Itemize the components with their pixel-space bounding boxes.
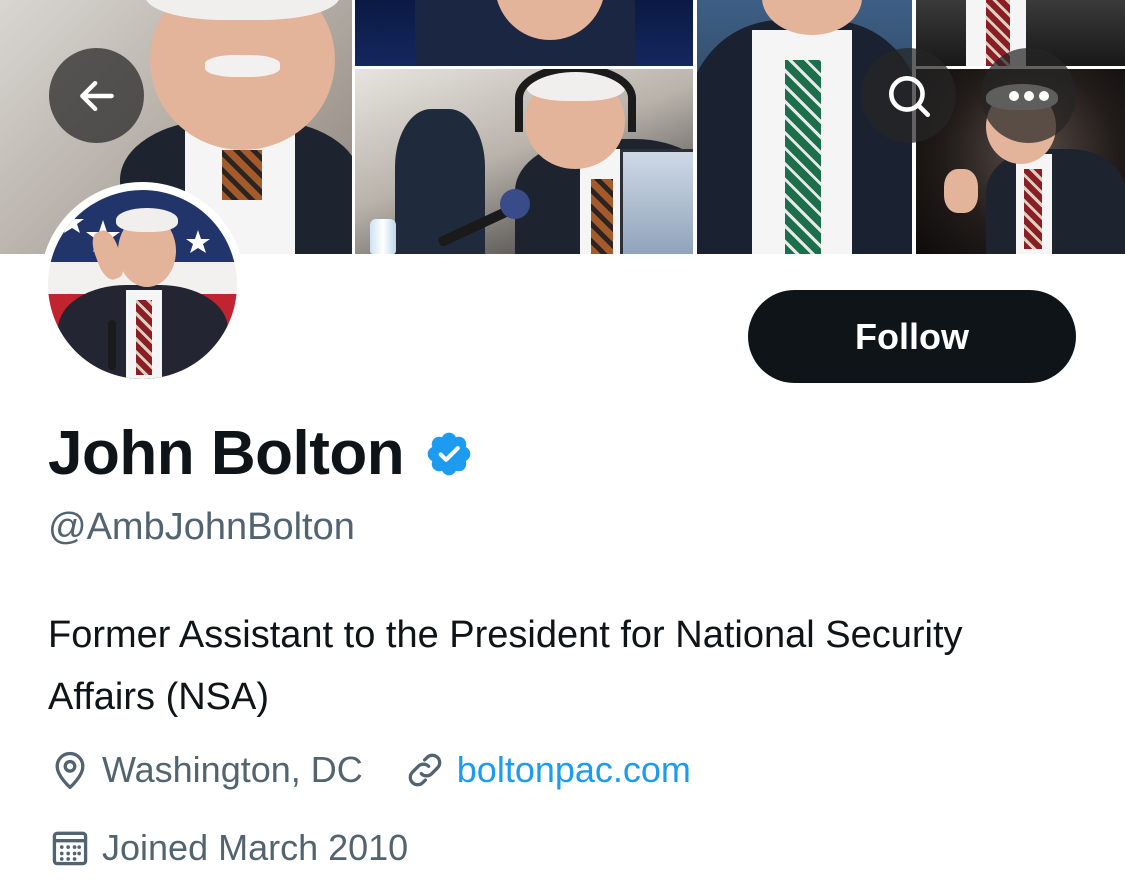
avatar[interactable]: [48, 190, 237, 379]
banner-photo-2: [355, 0, 693, 66]
joined-item: Joined March 2010: [48, 826, 408, 870]
display-name: John Bolton: [48, 419, 405, 488]
name-row: John Bolton: [48, 418, 474, 489]
location-pin-icon: [55, 751, 85, 790]
location-text: Washington, DC: [102, 749, 363, 790]
link-icon: [408, 753, 442, 787]
follow-button[interactable]: Follow: [748, 290, 1076, 383]
website-item[interactable]: boltonpac.com: [403, 748, 691, 792]
joined-text: Joined March 2010: [102, 827, 409, 868]
search-icon: [888, 75, 930, 117]
verified-badge-icon[interactable]: [424, 429, 474, 479]
arrow-left-icon: [79, 80, 114, 111]
profile-handle: @AmbJohnBolton: [48, 506, 355, 548]
profile-bio: Former Assistant to the President for Na…: [48, 614, 963, 718]
location-item: Washington, DC: [48, 748, 363, 792]
calendar-icon: [52, 831, 88, 866]
search-button[interactable]: [861, 48, 956, 143]
profile-meta-row-joined: Joined March 2010: [48, 826, 408, 870]
website-link[interactable]: boltonpac.com: [457, 749, 691, 791]
more-horizontal-icon: [1008, 90, 1049, 101]
more-options-button[interactable]: [981, 48, 1076, 143]
banner-photo-3: [355, 69, 693, 254]
back-button[interactable]: [49, 48, 144, 143]
profile-meta-row: Washington, DC boltonpac.com: [48, 748, 691, 792]
